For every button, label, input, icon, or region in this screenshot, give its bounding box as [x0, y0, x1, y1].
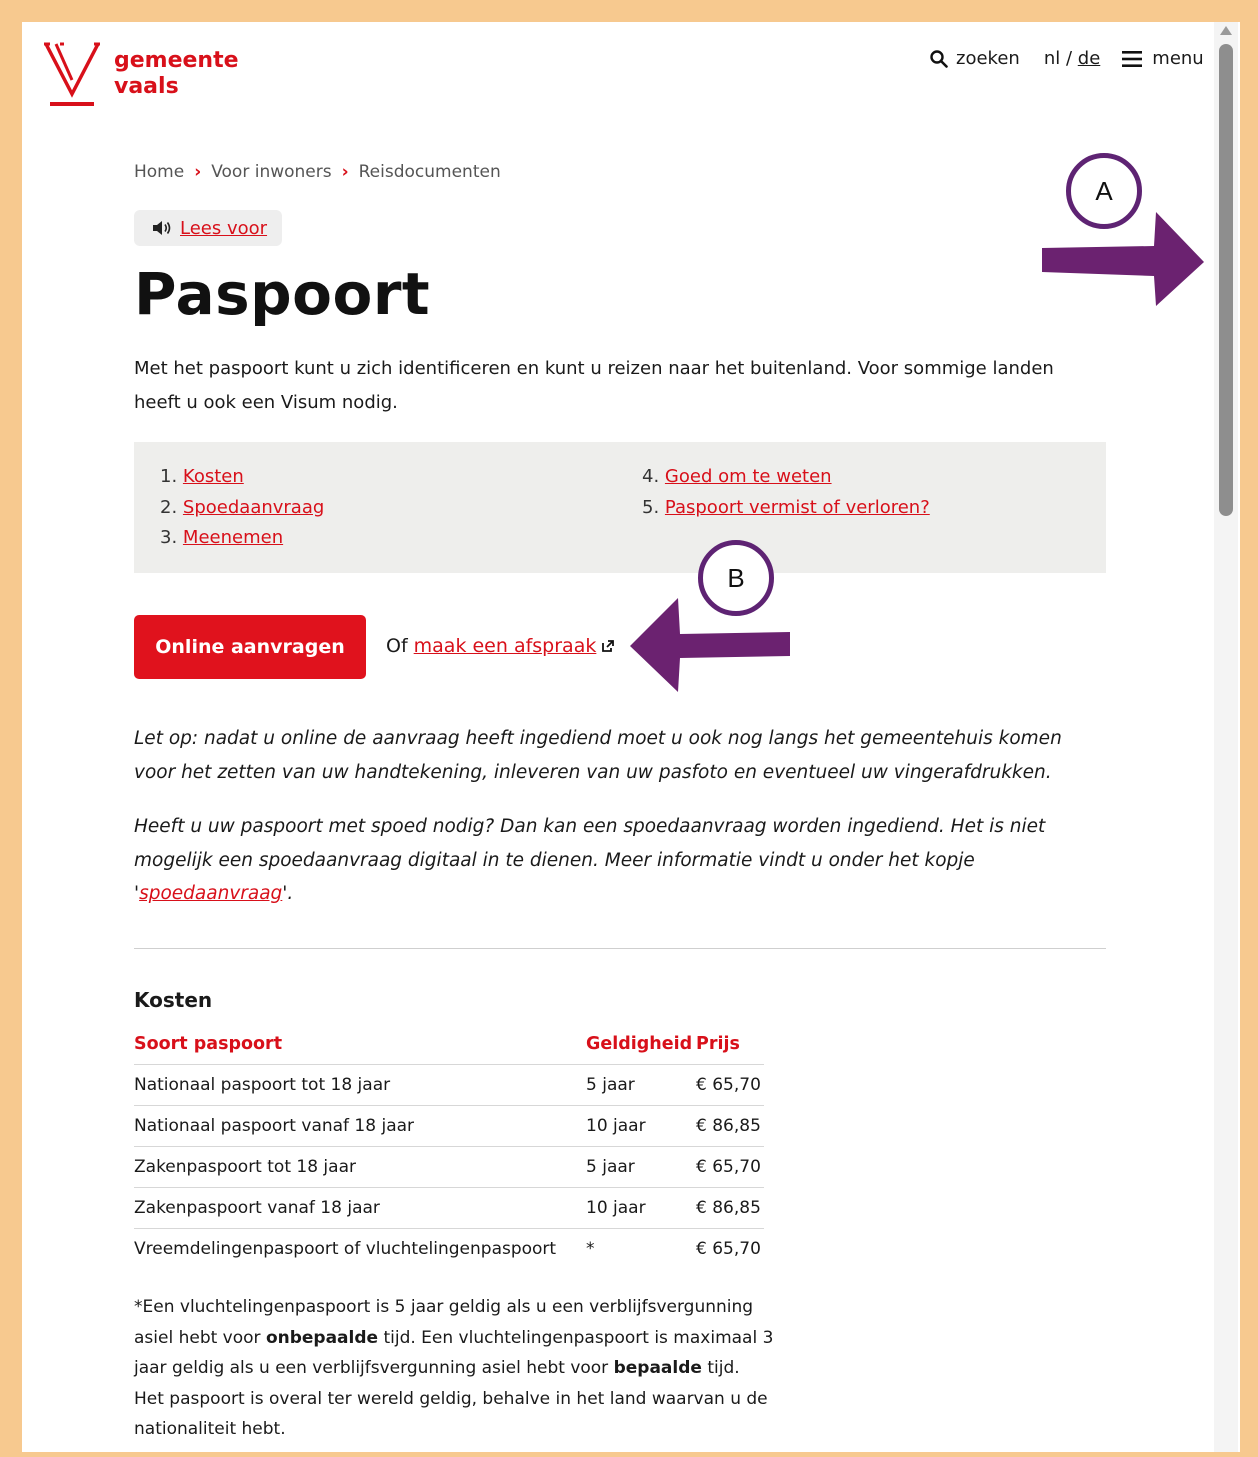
column-header-soort: Soort paspoort — [134, 1024, 586, 1065]
toc-link-meenemen[interactable]: Meenemen — [183, 527, 283, 548]
table-row: Nationaal paspoort tot 18 jaar 5 jaar € … — [134, 1064, 764, 1106]
scrollbar-thumb[interactable] — [1219, 44, 1233, 516]
top-navigation: zoeken nl / de menu — [930, 48, 1204, 69]
table-row: Vreemdelingenpaspoort of vluchtelingenpa… — [134, 1229, 764, 1270]
chevron-right-icon: › — [341, 162, 349, 182]
costs-footnote: *Een vluchtelingenpaspoort is 5 jaar gel… — [134, 1292, 774, 1445]
lang-current: nl — [1043, 48, 1061, 69]
table-row: Zakenpaspoort tot 18 jaar 5 jaar € 65,70 — [134, 1146, 764, 1188]
scroll-up-arrow-icon[interactable] — [1220, 26, 1232, 35]
search-icon — [930, 49, 948, 68]
toc-item: 5. Paspoort vermist of verloren? — [642, 493, 930, 524]
note-spoed: Heeft u uw paspoort met spoed nodig? Dan… — [134, 810, 1094, 911]
cell-geldigheid: * — [586, 1239, 595, 1259]
toc-number: 3. — [160, 527, 178, 548]
breadcrumb-voor-inwoners[interactable]: Voor inwoners — [211, 162, 331, 182]
toc-number: 1. — [160, 466, 178, 487]
table-row: Zakenpaspoort vanaf 18 jaar 10 jaar € 86… — [134, 1187, 764, 1229]
toc-link-kosten[interactable]: Kosten — [183, 466, 244, 487]
toc-item: 4. Goed om te weten — [642, 462, 930, 493]
cell-soort: Nationaal paspoort vanaf 18 jaar — [134, 1105, 586, 1147]
language-switcher: nl / de — [1044, 48, 1100, 69]
cell-soort: Nationaal paspoort tot 18 jaar — [134, 1064, 586, 1106]
logo-line2: vaals — [114, 74, 179, 99]
cell-prijs: € 65,70 — [696, 1064, 764, 1106]
spoedaanvraag-link[interactable]: spoedaanvraag — [139, 883, 282, 904]
annotation-arrow-left-icon — [630, 598, 790, 692]
footnote-bold: onbepaalde — [265, 1327, 379, 1348]
toc-item: 1. Kosten — [160, 462, 324, 493]
note-spoed-end: '. — [282, 883, 294, 904]
column-header-prijs: Prijs — [696, 1024, 764, 1065]
toc-link-goed-om-te-weten[interactable]: Goed om te weten — [665, 466, 832, 487]
column-header-geldigheid: Geldigheid — [586, 1024, 696, 1065]
menu-label: menu — [1152, 48, 1204, 69]
toc-column-2: 4. Goed om te weten 5. Paspoort vermist … — [642, 462, 930, 523]
read-aloud-link[interactable]: Lees voor — [180, 218, 267, 239]
appointment-line: Of maak een afspraak — [386, 635, 615, 657]
cell-prijs: € 86,85 — [696, 1105, 764, 1147]
table-of-contents: 1. Kosten 2. Spoedaanvraag 3. Meenemen 4… — [134, 442, 1106, 573]
table-header-row: Soort paspoort Geldigheid Prijs — [134, 1024, 764, 1065]
online-aanvragen-button[interactable]: Online aanvragen — [134, 615, 366, 679]
cell-geldigheid: 5 jaar — [586, 1064, 696, 1106]
search-label: zoeken — [956, 48, 1020, 69]
toc-item: 3. Meenemen — [160, 523, 324, 554]
cell-soort: Zakenpaspoort tot 18 jaar — [134, 1146, 586, 1188]
note-online-aanvraag: Let op: nadat u online de aanvraag heeft… — [134, 728, 1062, 783]
chevron-right-icon: › — [194, 162, 202, 182]
logo-line1: gemeente — [114, 48, 239, 73]
hamburger-icon — [1122, 50, 1143, 67]
toc-column-1: 1. Kosten 2. Spoedaanvraag 3. Meenemen — [160, 462, 324, 554]
costs-heading: Kosten — [134, 988, 213, 1012]
external-link-icon — [602, 640, 615, 652]
cell-soort: Vreemdelingenpaspoort of vluchtelingenpa… — [134, 1239, 557, 1259]
cell-geldigheid: 10 jaar — [586, 1105, 696, 1147]
speaker-icon — [153, 221, 171, 235]
breadcrumb: Home › Voor inwoners › Reisdocumenten — [134, 162, 501, 182]
cell-prijs: € 86,85 — [696, 1187, 764, 1229]
cell-prijs: € 65,70 — [696, 1146, 764, 1188]
make-appointment-link[interactable]: maak een afspraak — [414, 635, 597, 657]
browser-viewport: gemeente vaals zoeken nl / de menu Home — [22, 22, 1240, 1452]
cell-prijs: € 65,70 — [696, 1239, 761, 1259]
breadcrumb-home[interactable]: Home — [134, 162, 184, 182]
logo-v-mark — [44, 42, 100, 106]
read-aloud-button[interactable]: Lees voor — [134, 210, 282, 246]
table-row: Nationaal paspoort vanaf 18 jaar 10 jaar… — [134, 1105, 764, 1147]
cell-geldigheid: 10 jaar — [586, 1187, 696, 1229]
annotation-arrow-right-icon — [1042, 212, 1204, 306]
annotation-label-a: A — [1095, 175, 1113, 206]
lang-de-link[interactable]: de — [1078, 48, 1101, 69]
footnote-bold: bepaalde — [613, 1358, 702, 1378]
toc-number: 5. — [642, 496, 660, 518]
toc-link-paspoort-vermist[interactable]: Paspoort vermist of verloren? — [665, 497, 930, 518]
section-divider — [134, 948, 1106, 949]
intro-paragraph: Met het paspoort kunt u zich identificer… — [134, 358, 1054, 413]
toc-item: 2. Spoedaanvraag — [160, 493, 324, 524]
lang-separator: / — [1065, 48, 1073, 69]
breadcrumb-reisdocumenten[interactable]: Reisdocumenten — [359, 162, 501, 182]
toc-link-spoedaanvraag[interactable]: Spoedaanvraag — [183, 497, 324, 518]
page-title: Paspoort — [134, 260, 431, 328]
menu-button[interactable]: menu — [1122, 48, 1204, 69]
toc-number: 2. — [160, 496, 178, 518]
search-button[interactable]: zoeken — [930, 48, 1020, 69]
logo[interactable] — [44, 42, 100, 110]
annotation-label-b: B — [727, 562, 745, 593]
logo-text: gemeente vaals — [114, 48, 239, 100]
vertical-scrollbar[interactable] — [1214, 22, 1238, 1452]
costs-table: Soort paspoort Geldigheid Prijs Nationaa… — [134, 1024, 764, 1269]
cell-soort: Zakenpaspoort vanaf 18 jaar — [134, 1187, 586, 1229]
toc-number: 4. — [642, 466, 660, 487]
cell-geldigheid: 5 jaar — [586, 1146, 696, 1188]
or-text: Of — [386, 635, 408, 657]
